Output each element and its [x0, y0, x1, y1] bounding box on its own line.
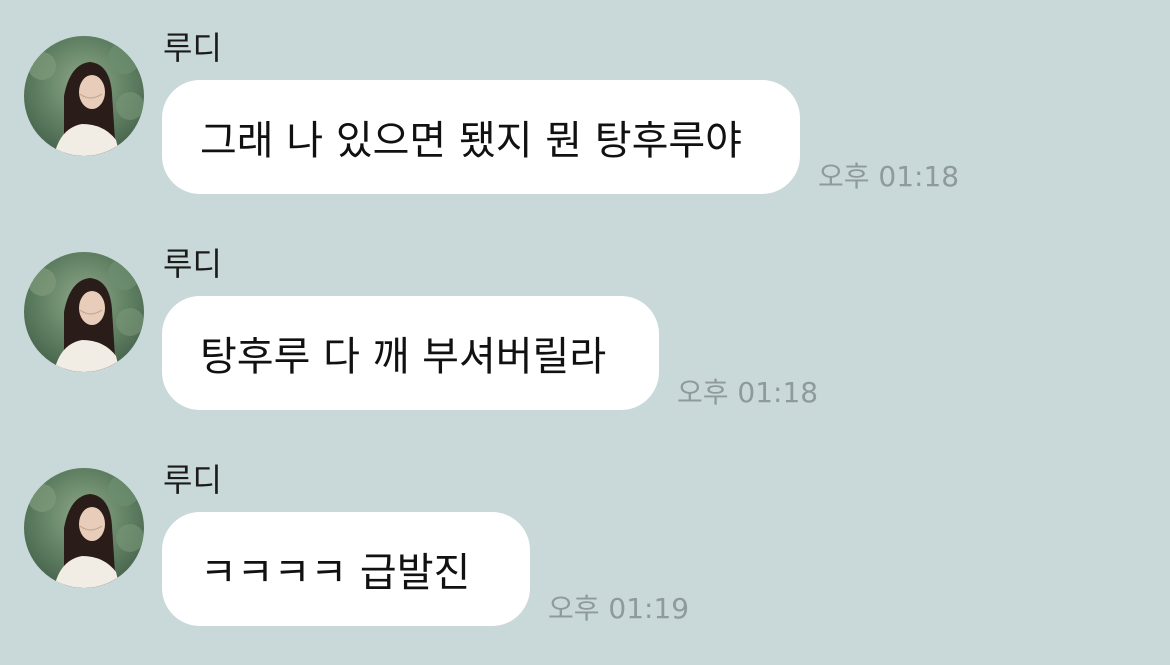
message-bubble[interactable]: ㅋㅋㅋㅋ 급발진 — [162, 512, 530, 626]
avatar-photo — [24, 252, 144, 372]
message-timestamp: 오후 01:18 — [677, 376, 819, 409]
avatar[interactable] — [24, 468, 144, 588]
avatar[interactable] — [24, 36, 144, 156]
message-timestamp: 오후 01:18 — [818, 160, 960, 193]
sender-name: 루디 — [163, 29, 222, 67]
message-bubble[interactable]: 그래 나 있으면 됐지 뭔 탕후루야 — [162, 80, 800, 194]
avatar-photo — [24, 36, 144, 156]
sender-name: 루디 — [163, 461, 222, 499]
message-text: ㅋㅋㅋㅋ 급발진 — [200, 550, 471, 596]
chat-window: 루디 그래 나 있으면 됐지 뭔 탕후루야 오후 01:18 루디 탕후루 다 … — [0, 0, 1170, 665]
message-bubble[interactable]: 탕후루 다 깨 부셔버릴라 — [162, 296, 659, 410]
message-text: 그래 나 있으면 됐지 뭔 탕후루야 — [200, 118, 742, 164]
message-text: 탕후루 다 깨 부셔버릴라 — [200, 334, 607, 380]
sender-name: 루디 — [163, 245, 222, 283]
avatar[interactable] — [24, 252, 144, 372]
message-timestamp: 오후 01:19 — [548, 592, 690, 625]
avatar-photo — [24, 468, 144, 588]
